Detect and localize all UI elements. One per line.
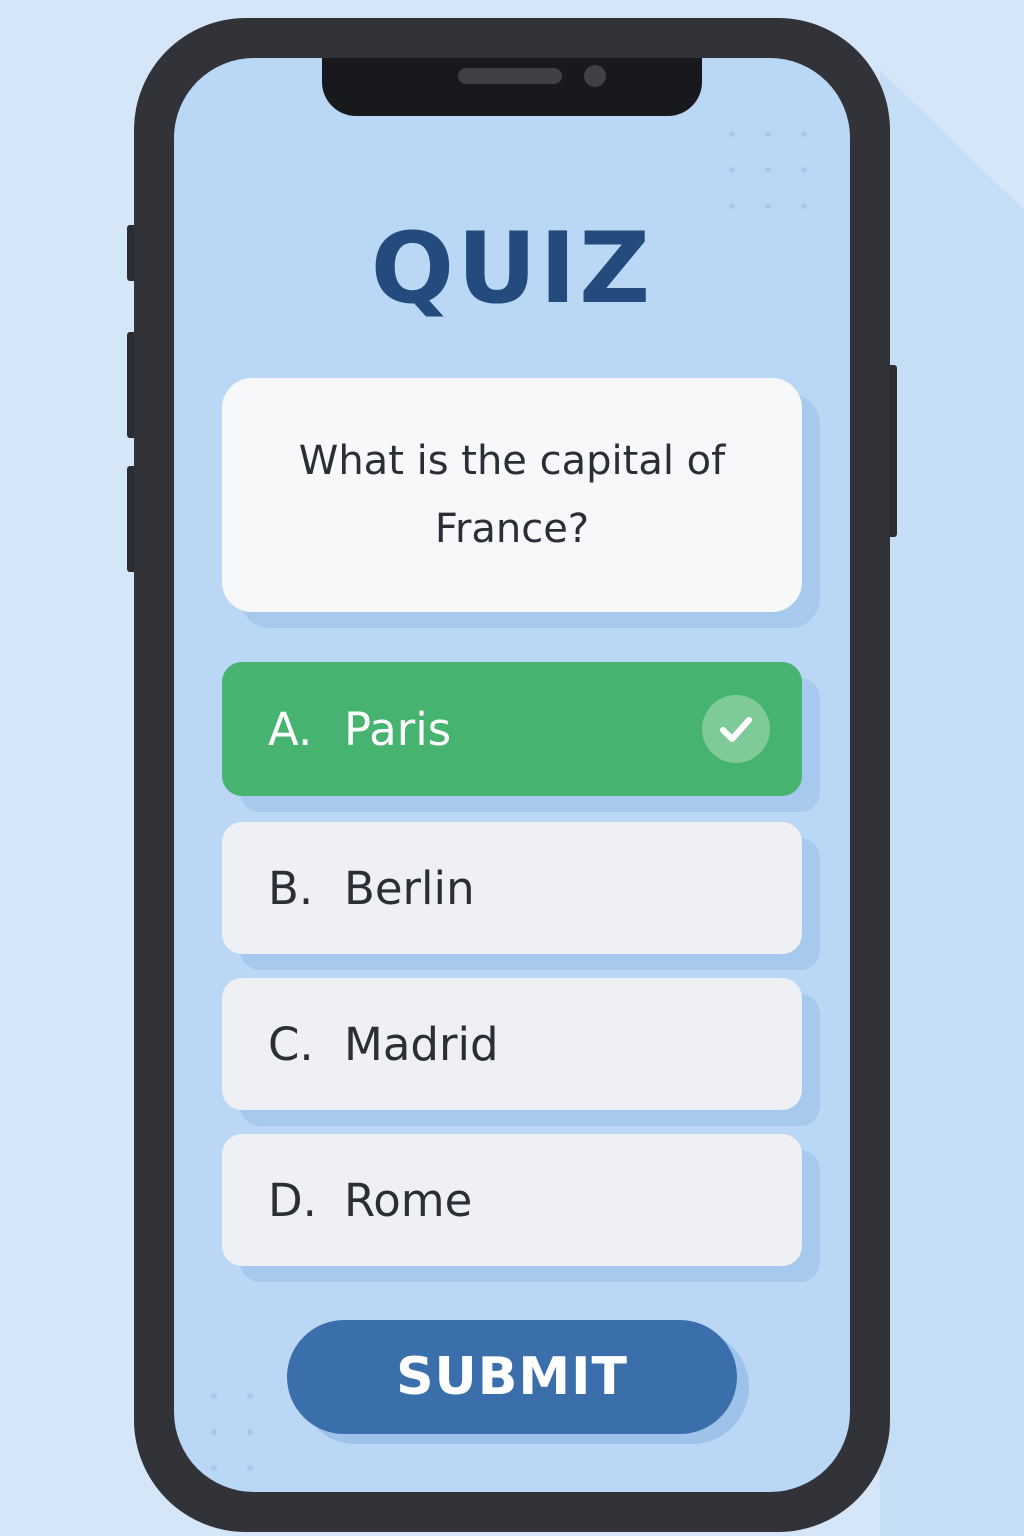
option-label: Rome <box>344 1173 473 1227</box>
phone-screen: QUIZ What is the capital of France? A. P… <box>174 58 850 1492</box>
checkmark-icon <box>702 695 770 763</box>
option-a-button[interactable]: A. Paris <box>222 662 802 796</box>
option-letter: A. <box>268 702 313 756</box>
option-letter: C. <box>268 1017 314 1071</box>
phone-frame: QUIZ What is the capital of France? A. P… <box>134 18 890 1532</box>
speaker-icon <box>458 68 562 84</box>
decorative-dots-bottom-left <box>211 1393 253 1471</box>
submit-button[interactable]: SUBMIT <box>287 1320 737 1434</box>
phone-notch <box>322 58 702 116</box>
option-b-button[interactable]: B. Berlin <box>222 822 802 954</box>
option-letter: B. <box>268 861 314 915</box>
question-card: What is the capital of France? <box>222 378 802 612</box>
option-label: Paris <box>344 702 452 756</box>
option-label: Berlin <box>344 861 475 915</box>
page-title: QUIZ <box>370 212 654 326</box>
option-d-button[interactable]: D. Rome <box>222 1134 802 1266</box>
option-label: Madrid <box>344 1017 499 1071</box>
decorative-dots-top-right <box>729 131 807 209</box>
option-letter: D. <box>268 1173 317 1227</box>
option-c-button[interactable]: C. Madrid <box>222 978 802 1110</box>
question-text: What is the capital of France? <box>298 438 726 552</box>
camera-icon <box>584 65 606 87</box>
